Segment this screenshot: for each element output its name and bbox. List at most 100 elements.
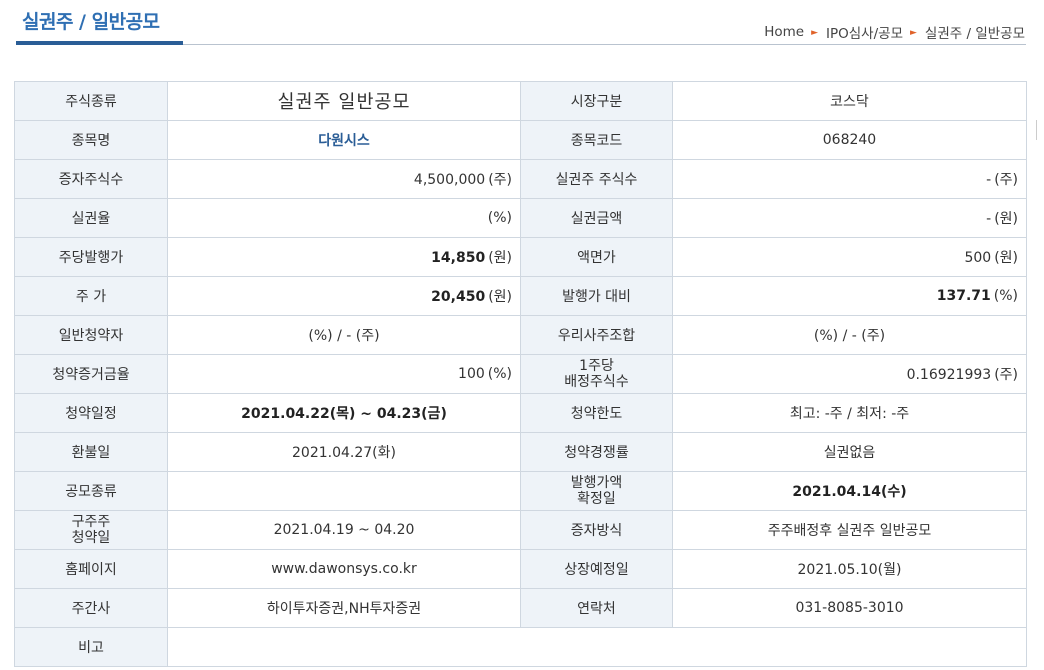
value-existing-holder-subscription: 2021.04.19 ~ 04.20 (167, 510, 521, 550)
value-unit: (%) (487, 210, 512, 226)
label-subscription-limit: 청약한도 (520, 393, 673, 433)
value-unit: (원) (488, 289, 512, 305)
page-header: 실권주 / 일반공모 Home ► IPO심사/공모 ► 실권주 / 일반공모 (0, 0, 1044, 48)
value-deposit-rate: 100 (%) (167, 354, 521, 394)
homepage-link[interactable]: www.dawonsys.co.kr (167, 549, 521, 589)
table-row: 주간사 하이투자증권,NH투자증권 연락처 031-8085-3010 (14, 588, 1027, 628)
label-contact: 연락처 (520, 588, 673, 628)
value-forfeit-amount: - (원) (672, 198, 1027, 238)
value-unit: (주) (488, 172, 512, 188)
breadcrumb-ipo[interactable]: IPO심사/공모 (826, 26, 903, 42)
value-unit: (%) (487, 366, 512, 382)
value-number: 4,500,000 (413, 172, 486, 188)
value-number: 100 (458, 366, 485, 382)
label-listing-date: 상장예정일 (520, 549, 673, 589)
table-row: 비고 (14, 627, 1027, 667)
label-market: 시장구분 (520, 81, 673, 121)
label-employee-union: 우리사주조합 (520, 315, 673, 355)
label-line: 청약일 (71, 530, 111, 546)
value-allocation-per-share: 0.16921993 (주) (672, 354, 1027, 394)
label-line: 확정일 (577, 491, 616, 507)
table-row: 일반청약자 (%) / - (주) 우리사주조합 (%) / - (주) (14, 315, 1027, 355)
label-new-shares: 증자주식수 (14, 159, 168, 199)
label-forfeit-amount: 실권금액 (520, 198, 673, 238)
table-row: 종목명 다원시스 종목코드 068240 (14, 120, 1027, 160)
value-contact: 031-8085-3010 (672, 588, 1027, 628)
table-row: 주 가 20,450 (원) 발행가 대비 137.71 (%) (14, 276, 1027, 316)
value-new-shares: 4,500,000 (주) (167, 159, 521, 199)
ipo-info-table: 주식종류 실권주 일반공모 시장구분 코스닥 종목명 다원시스 종목코드 068… (14, 81, 1027, 667)
label-competition-rate: 청약경쟁률 (520, 432, 673, 472)
label-stock-code: 종목코드 (520, 120, 673, 160)
breadcrumb-home[interactable]: Home (764, 24, 804, 40)
label-line: 구주주 (71, 514, 111, 530)
label-subscription-schedule: 청약일정 (14, 393, 168, 433)
label-allocation-per-share: 1주당 배정주식수 (520, 354, 673, 394)
label-homepage: 홈페이지 (14, 549, 168, 589)
value-unit: (%) (993, 288, 1018, 304)
company-name-link[interactable]: 다원시스 (167, 120, 521, 160)
label-offer-price: 주당발행가 (14, 237, 168, 277)
value-employee-union: (%) / - (주) (672, 315, 1027, 355)
value-subscription-limit: 최고: -주 / 최저: -주 (672, 393, 1027, 433)
table-row: 환불일 2021.04.27(화) 청약경쟁률 실권없음 (14, 432, 1027, 472)
value-stock-price: 20,450 (원) (167, 276, 521, 316)
value-number: 14,850 (431, 250, 486, 266)
table-row: 주식종류 실권주 일반공모 시장구분 코스닥 (14, 81, 1027, 121)
value-price-confirm-date: 2021.04.14(수) (672, 471, 1027, 511)
label-stock-price: 주 가 (14, 276, 168, 316)
value-forfeit-rate: (%) (167, 198, 521, 238)
label-forfeited-shares: 실권주 주식수 (520, 159, 673, 199)
value-date-range: 2021.04.22(목) ~ 04.23(금) (241, 406, 447, 422)
table-row: 실권율 (%) 실권금액 - (원) (14, 198, 1027, 238)
label-general-subscriber: 일반청약자 (14, 315, 168, 355)
value-number: - (986, 211, 992, 227)
label-price-confirm-date: 발행가액 확정일 (520, 471, 673, 511)
label-remarks: 비고 (14, 627, 168, 667)
label-stock-name: 종목명 (14, 120, 168, 160)
scrollbar[interactable] (1036, 120, 1044, 140)
label-deposit-rate: 청약증거금율 (14, 354, 168, 394)
table-row: 공모종류 발행가액 확정일 2021.04.14(수) (14, 471, 1027, 511)
value-stock-code: 068240 (672, 120, 1027, 160)
value-vs-offer-price: 137.71 (%) (672, 276, 1027, 316)
value-forfeited-shares: - (주) (672, 159, 1027, 199)
breadcrumb-arrow-icon: ► (811, 28, 819, 38)
table-row: 청약증거금율 100 (%) 1주당 배정주식수 0.16921993 (주) (14, 354, 1027, 394)
value-refund-date: 2021.04.27(화) (167, 432, 521, 472)
value-subscription-schedule: 2021.04.22(목) ~ 04.23(금) (167, 393, 521, 433)
label-line: 1주당 (579, 358, 614, 374)
value-listing-date: 2021.05.10(월) (672, 549, 1027, 589)
value-underwriter: 하이투자증권,NH투자증권 (167, 588, 521, 628)
label-underwriter: 주간사 (14, 588, 168, 628)
label-line: 배정주식수 (564, 374, 629, 390)
value-capital-increase-method: 주주배정후 실권주 일반공모 (672, 510, 1027, 550)
value-date: 2021.04.14(수) (792, 484, 907, 500)
header-divider (183, 44, 1026, 45)
value-remarks (167, 627, 1027, 667)
value-competition-rate: 실권없음 (672, 432, 1027, 472)
label-capital-increase-method: 증자방식 (520, 510, 673, 550)
title-underline (16, 41, 183, 45)
value-general-subscriber: (%) / - (주) (167, 315, 521, 355)
breadcrumb-current[interactable]: 실권주 / 일반공모 (925, 26, 1025, 42)
value-unit: (주) (994, 172, 1018, 188)
value-unit: (원) (994, 250, 1018, 266)
value-number: 500 (964, 250, 992, 266)
label-refund-date: 환불일 (14, 432, 168, 472)
value-stock-type: 실권주 일반공모 (167, 81, 521, 121)
table-row: 청약일정 2021.04.22(목) ~ 04.23(금) 청약한도 최고: -… (14, 393, 1027, 433)
value-unit: (원) (488, 250, 512, 266)
value-offer-price: 14,850 (원) (167, 237, 521, 277)
label-vs-offer-price: 발행가 대비 (520, 276, 673, 316)
label-stock-type: 주식종류 (14, 81, 168, 121)
value-number: 20,450 (431, 289, 486, 305)
page-title: 실권주 / 일반공모 (22, 11, 160, 33)
breadcrumb-arrow-icon: ► (910, 28, 917, 38)
label-par-value: 액면가 (520, 237, 673, 277)
table-row: 증자주식수 4,500,000 (주) 실권주 주식수 - (주) (14, 159, 1027, 199)
value-unit: (주) (994, 367, 1018, 383)
table-row: 구주주 청약일 2021.04.19 ~ 04.20 증자방식 주주배정후 실권주… (14, 510, 1027, 550)
value-number: - (986, 172, 992, 188)
value-offering-type (167, 471, 521, 511)
